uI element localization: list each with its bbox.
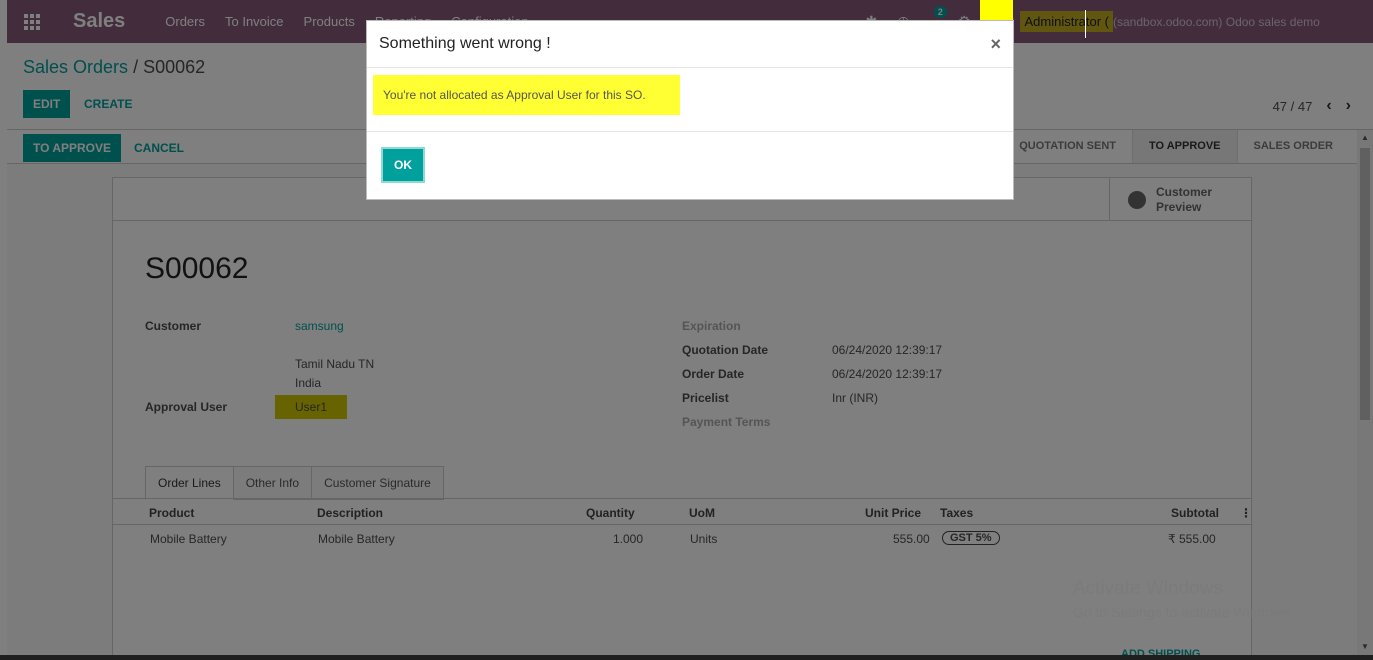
watermark-title: Activate Windows (1073, 578, 1223, 599)
close-icon[interactable]: × (990, 34, 1001, 55)
error-message: You're not allocated as Approval User fo… (373, 75, 680, 115)
text-cursor (1085, 10, 1086, 38)
dialog-title: Something went wrong ! (379, 35, 551, 52)
taskbar-strip (0, 655, 1373, 660)
dialog-footer: OK (367, 132, 1013, 198)
ok-button[interactable]: OK (381, 147, 425, 183)
error-dialog: Something went wrong ! × You're not allo… (366, 20, 1014, 200)
dialog-body: You're not allocated as Approval User fo… (367, 68, 1013, 132)
windows-activation-watermark: Activate Windows Go to Settings to activ… (1073, 578, 1294, 620)
watermark-subtitle: Go to Settings to activate Windows. (1073, 604, 1294, 620)
dialog-header: Something went wrong ! × (367, 21, 1013, 68)
